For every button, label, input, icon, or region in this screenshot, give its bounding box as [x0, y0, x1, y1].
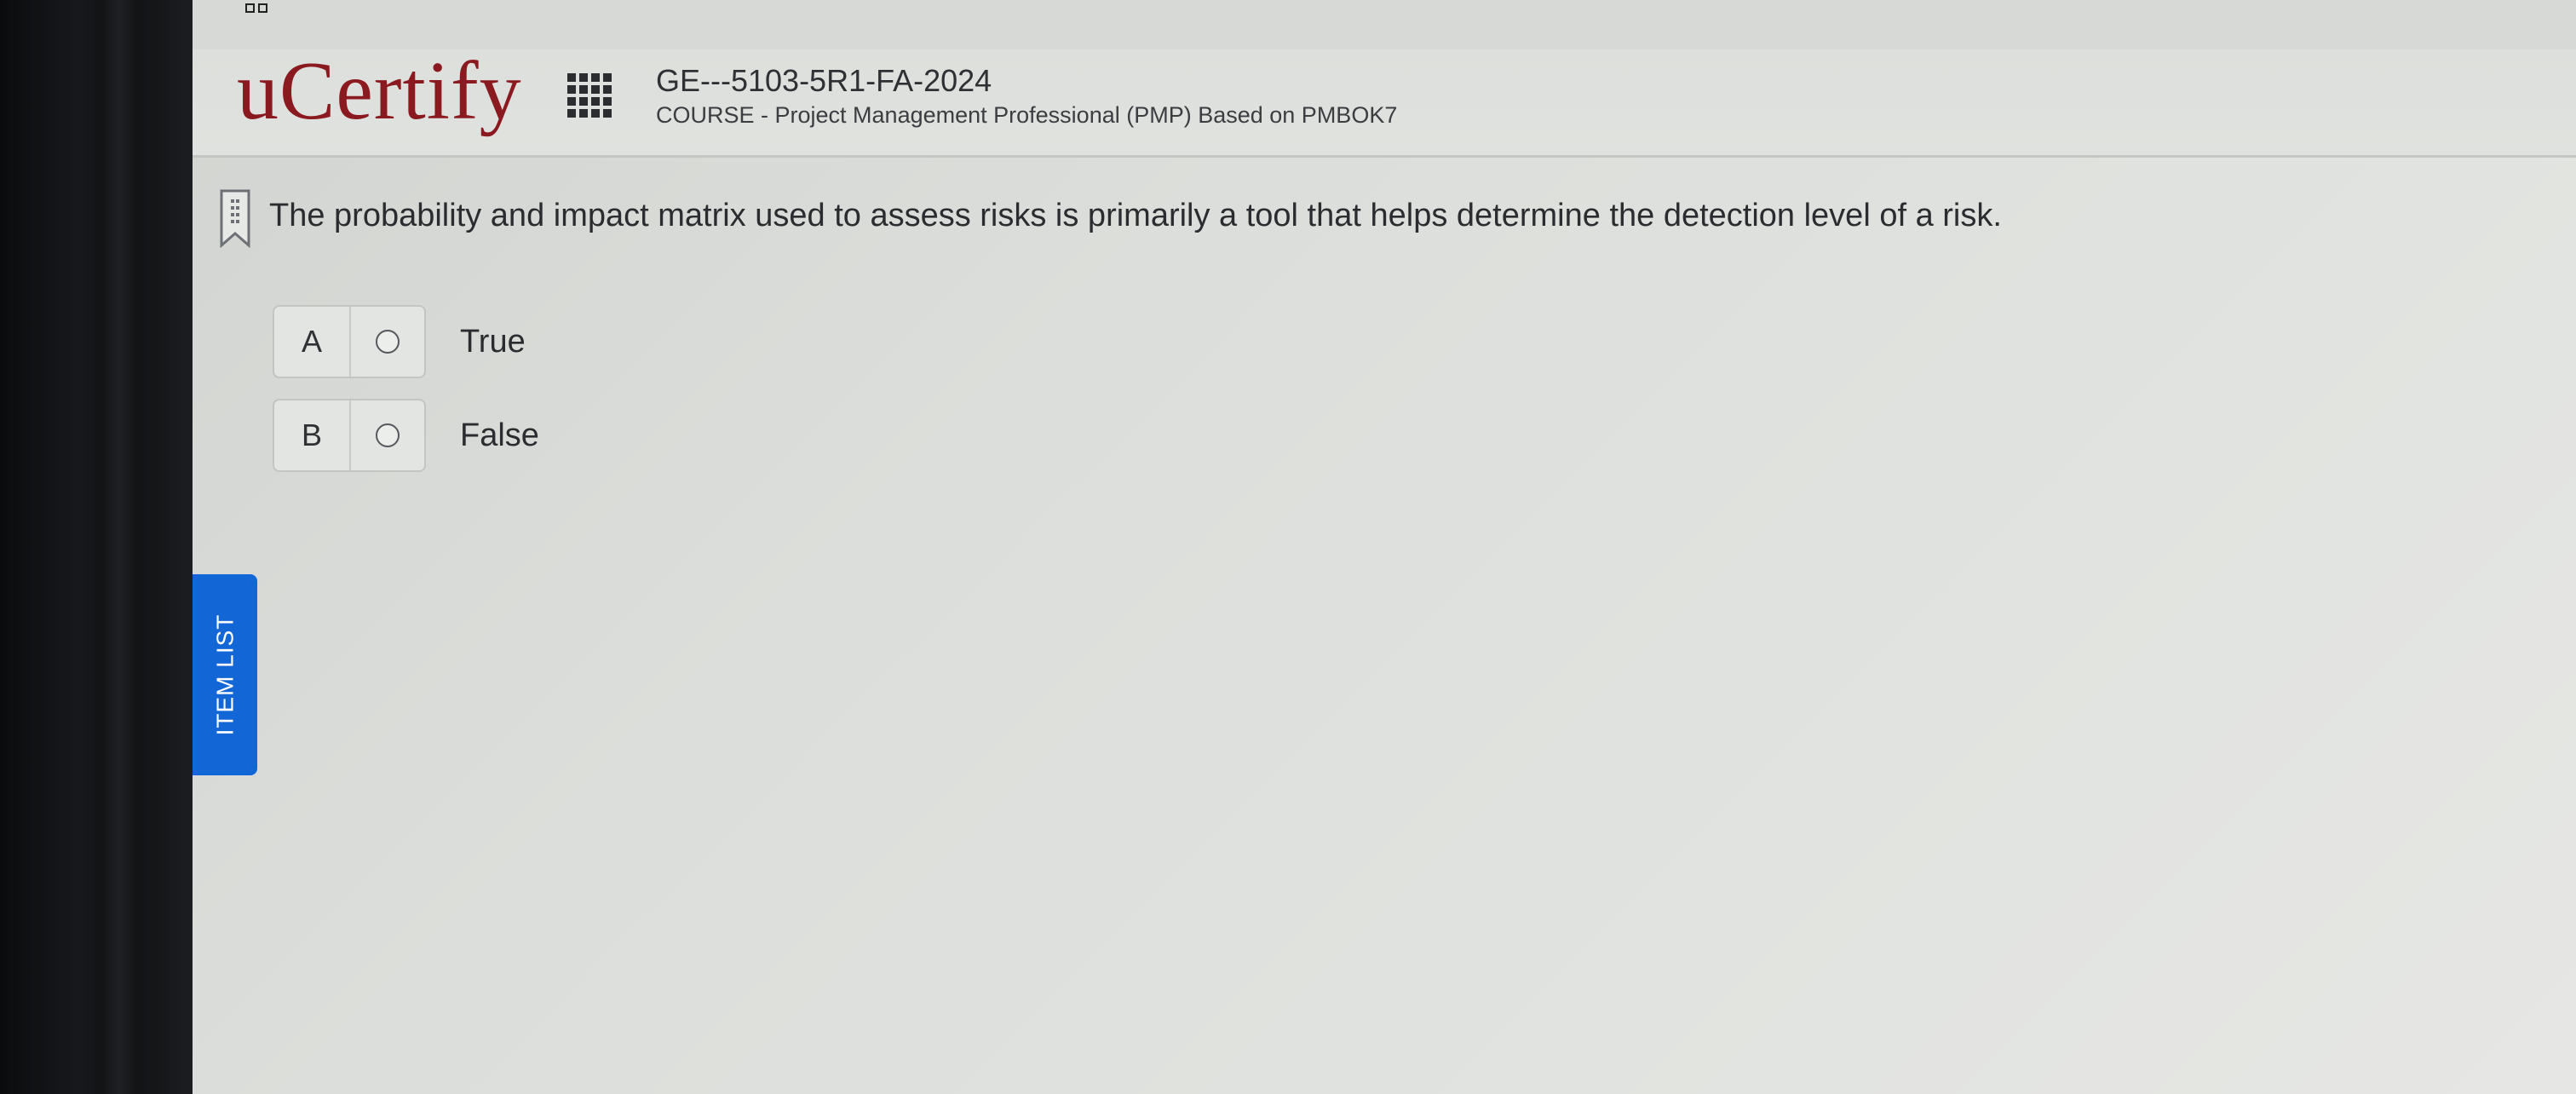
- option-b-label[interactable]: False: [460, 417, 539, 454]
- app-header: uCertify GE---5103-5R1-FA-2024 COURSE - …: [193, 49, 2576, 158]
- option-a-letter: A: [274, 307, 351, 377]
- item-list-label: ITEM LIST: [211, 613, 239, 736]
- option-b[interactable]: B False: [273, 399, 539, 472]
- ucertify-logo[interactable]: uCertify: [237, 49, 522, 133]
- course-name: COURSE - Project Management Professional…: [656, 102, 1398, 128]
- monitor-bezel: [0, 0, 198, 1094]
- window-tiles-icon[interactable]: [245, 3, 267, 13]
- course-code: GE---5103-5R1-FA-2024: [656, 63, 992, 98]
- question-text: The probability and impact matrix used t…: [269, 198, 2002, 233]
- option-b-radio[interactable]: [376, 423, 400, 447]
- screen: uCertify GE---5103-5R1-FA-2024 COURSE - …: [193, 0, 2576, 1094]
- option-a-label[interactable]: True: [460, 324, 526, 360]
- option-a-selector[interactable]: A: [273, 305, 426, 378]
- option-b-selector[interactable]: B: [273, 399, 426, 472]
- option-a[interactable]: A True: [273, 305, 526, 378]
- browser-top-strip: [193, 0, 2576, 49]
- option-a-radio[interactable]: [376, 330, 400, 354]
- option-b-letter: B: [274, 400, 351, 470]
- apps-grid-icon[interactable]: [567, 73, 613, 119]
- bookmark-icon[interactable]: [220, 189, 250, 249]
- item-list-tab[interactable]: ITEM LIST: [193, 574, 257, 775]
- monitor-bezel-edge: [102, 0, 136, 1094]
